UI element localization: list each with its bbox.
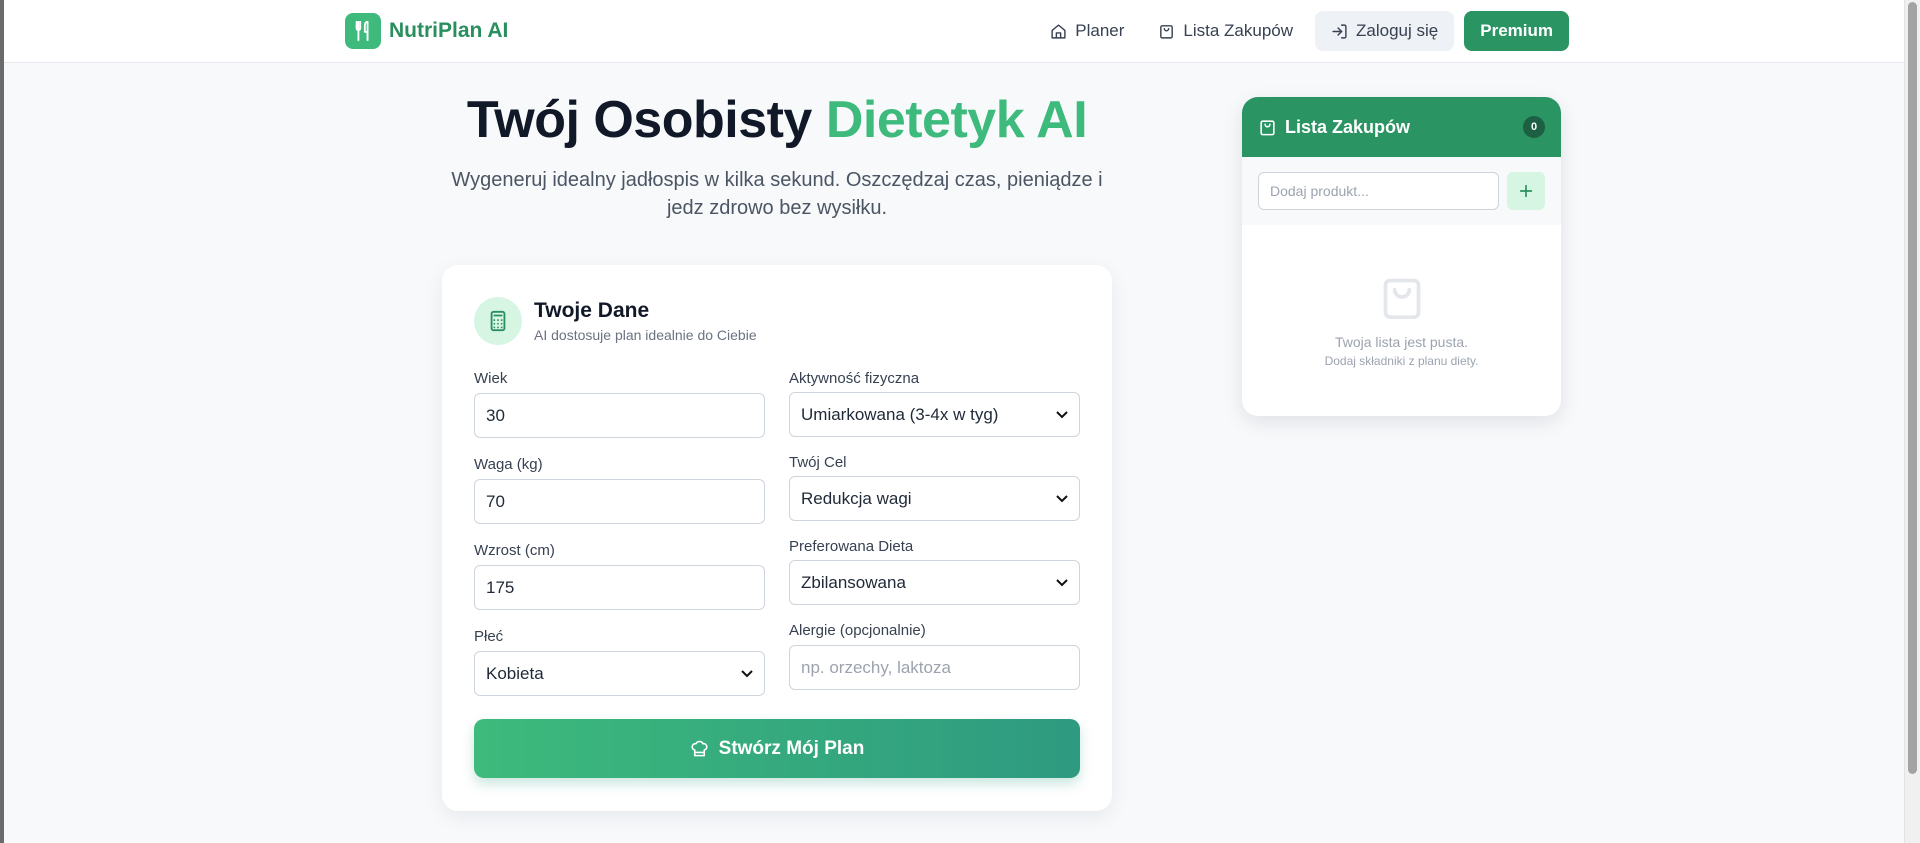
form-subtitle: AI dostosuje plan idealnie do Ciebie [534,327,757,343]
height-input[interactable]: 175 [474,565,765,610]
sex-select[interactable]: Kobieta [474,651,765,696]
weight-input[interactable]: 70 [474,479,765,524]
activity-label: Aktywność fizyczna [789,370,920,387]
nav-planner[interactable]: Planer [1038,11,1136,51]
add-product-input[interactable]: Dodaj produkt... [1258,172,1500,210]
goal-select[interactable]: Redukcja wagi [789,476,1080,521]
activity-select[interactable]: Umiarkowana (3-4x w tyg) [789,392,1080,437]
chef-hat-icon [691,740,708,757]
window-edge [0,0,4,843]
sex-value: Kobieta [486,663,544,683]
shopping-list-title: Lista Zakupów [1285,116,1411,137]
activity-value: Umiarkowana (3-4x w tyg) [801,404,999,424]
nav-planner-label: Planer [1075,21,1125,40]
chevron-down-icon [1056,578,1068,586]
empty-bag-icon [1380,273,1424,326]
goal-label: Twój Cel [789,454,847,471]
scrollbar-thumb[interactable] [1908,2,1917,774]
diet-select[interactable]: Zbilansowana [789,560,1080,605]
allergies-input[interactable]: np. orzechy, laktoza [789,645,1080,690]
shopping-list-panel: Lista Zakupów 0 Dodaj produkt... Twoja l… [1242,97,1561,416]
nav-shopping-list-label: Lista Zakupów [1183,21,1294,40]
empty-state: Twoja lista jest pusta. Dodaj składniki … [1242,225,1561,368]
sex-label: Płeć [474,628,504,645]
page-title: Twój Osobisty Dietetyk AI [430,92,1124,148]
height-label: Wzrost (cm) [474,542,555,559]
shopping-list-header: Lista Zakupów 0 [1242,97,1561,157]
login-button[interactable]: Zaloguj się [1315,11,1455,51]
weight-label: Waga (kg) [474,456,543,473]
calculator-icon [474,297,522,345]
form-header: Twoje Dane AI dostosuje plan idealnie do… [474,297,757,345]
shopping-list-title-group: Lista Zakupów [1258,117,1410,138]
shopping-bag-icon [1260,119,1275,135]
diet-label: Preferowana Dieta [789,538,914,555]
chevron-down-icon [1056,494,1068,502]
utensils-icon [345,13,381,49]
age-label: Wiek [474,370,508,387]
scrollbar[interactable] [1904,0,1920,843]
home-icon [1051,23,1066,39]
add-product-row: Dodaj produkt... [1242,157,1561,225]
login-label: Zaloguj się [1356,21,1439,40]
title-accent: Dietetyk AI [825,91,1088,149]
user-data-form: Twoje Dane AI dostosuje plan idealnie do… [442,265,1112,811]
main-nav: Planer Lista Zakupów Zaloguj się Premium [1038,11,1569,51]
age-input[interactable]: 30 [474,393,765,438]
premium-button[interactable]: Premium [1464,11,1569,51]
item-count-badge: 0 [1523,116,1545,138]
diet-value: Zbilansowana [801,572,906,592]
login-icon [1332,23,1347,39]
hero-subtitle: Wygeneruj idealny jadłospis w kilka seku… [451,169,1103,219]
allergies-label: Alergie (opcjonalnie) [789,622,926,639]
add-product-button[interactable] [1507,172,1545,210]
empty-subtitle: Dodaj składniki z planu diety. [1324,354,1479,368]
create-plan-button[interactable]: Stwórz Mój Plan [474,719,1080,778]
nav-shopping-list[interactable]: Lista Zakupów [1146,11,1305,51]
shopping-bag-icon [1160,24,1174,39]
empty-title: Twoja lista jest pusta. [1334,334,1469,350]
top-navbar: NutriPlan AI Planer Lista Zakupów Zalogu… [4,0,1904,63]
chevron-down-icon [741,669,753,677]
title-main: Twój Osobisty [466,91,826,149]
hero: Twój Osobisty Dietetyk AI Wygeneruj idea… [430,92,1124,222]
brand[interactable]: NutriPlan AI [345,13,508,49]
create-plan-label: Stwórz Mój Plan [718,737,865,759]
plus-icon [1519,184,1533,198]
form-title: Twoje Dane [534,299,650,322]
form-heading: Twoje Dane AI dostosuje plan idealnie do… [534,299,757,343]
brand-name: NutriPlan AI [389,19,509,42]
goal-value: Redukcja wagi [801,488,912,508]
chevron-down-icon [1056,410,1068,418]
